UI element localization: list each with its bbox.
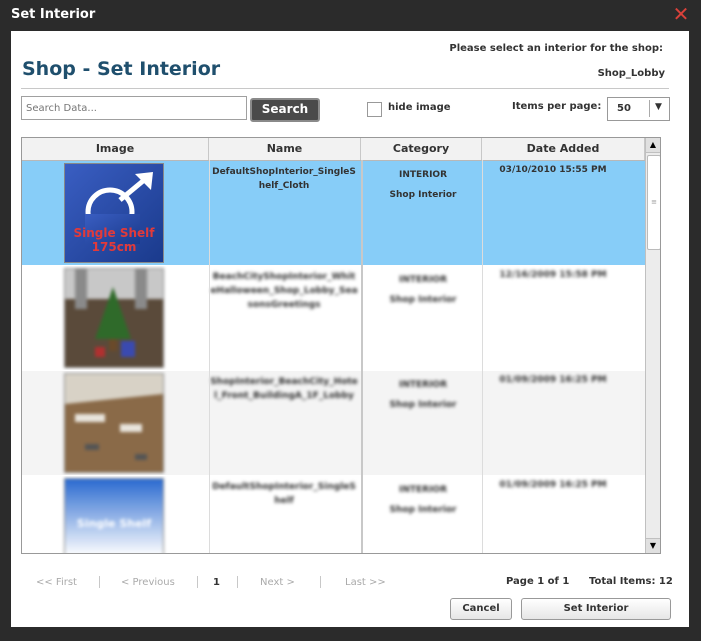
column-divider	[482, 160, 483, 553]
total-items: Total Items: 12	[589, 576, 673, 587]
scroll-up-icon[interactable]: ▲	[646, 138, 660, 153]
pager-divider	[99, 576, 100, 588]
hide-image-checkbox[interactable]	[367, 102, 382, 117]
grid-header: Image Name Category Date Added	[22, 138, 660, 161]
row-name: DefaultShopInterior_SingleShelf_Cloth	[212, 167, 356, 191]
column-header-name[interactable]: Name	[209, 138, 361, 160]
pager-last[interactable]: Last >>	[345, 577, 386, 588]
row-category: INTERIOR Shop Interior	[364, 165, 482, 205]
row-name: BeachCityShopInterior_WhiteHalloween_Sho…	[210, 272, 358, 310]
select-prompt: Please select an interior for the shop:	[449, 43, 663, 54]
items-per-page-select[interactable]: 50 ▼	[607, 97, 670, 121]
interior-grid: Image Name Category Date Added Single Sh…	[21, 137, 661, 554]
row-category: INTERIOR Shop Interior	[364, 480, 482, 520]
row-category-type: INTERIOR	[398, 275, 448, 285]
scrollbar-thumb[interactable]: ≡	[647, 155, 660, 250]
cancel-button[interactable]: Cancel	[450, 598, 512, 620]
interior-thumbnail	[64, 268, 164, 368]
column-header-image[interactable]: Image	[22, 138, 209, 160]
search-button[interactable]: Search	[250, 98, 320, 122]
row-category-type: INTERIOR	[398, 485, 448, 495]
items-per-page-value: 50	[617, 103, 631, 114]
pager-divider	[320, 576, 321, 588]
row-date: 01/09/2009 16:25 PM	[499, 480, 607, 490]
row-category-sub: Shop Interior	[389, 190, 457, 200]
grid-scrollbar[interactable]: ▲ ≡ ▼	[645, 138, 660, 553]
table-row[interactable]: Single Shelf DefaultShopInterior_SingleS…	[22, 476, 645, 553]
row-category: INTERIOR Shop Interior	[364, 270, 482, 310]
thumbnail-caption: Single Shelf 175cm	[73, 226, 155, 254]
window-title: Set Interior	[11, 7, 96, 22]
page-title: Shop - Set Interior	[22, 58, 221, 80]
row-category-type: INTERIOR	[398, 170, 448, 180]
search-input[interactable]	[21, 96, 247, 120]
pager-previous[interactable]: < Previous	[121, 577, 175, 588]
table-row[interactable]: ShopInterior_BeachCity_Hotel_Front_Build…	[22, 371, 645, 475]
set-interior-button[interactable]: Set Interior	[521, 598, 671, 620]
dialog-content: Shop - Set Interior Please select an int…	[11, 31, 689, 627]
close-icon[interactable]: ✕	[671, 4, 691, 24]
row-category-sub: Shop Interior	[389, 400, 457, 410]
row-category-type: INTERIOR	[398, 380, 448, 390]
pager-divider	[237, 576, 238, 588]
row-name: ShopInterior_BeachCity_Hotel_Front_Build…	[210, 377, 358, 401]
row-category-sub: Shop Interior	[389, 295, 457, 305]
row-category-sub: Shop Interior	[389, 505, 457, 515]
set-interior-dialog: Set Interior ✕ Shop - Set Interior Pleas…	[0, 0, 701, 641]
thumbnail-caption: Single Shelf	[76, 517, 152, 530]
select-divider	[649, 100, 650, 117]
column-divider[interactable]	[361, 160, 363, 553]
row-category: INTERIOR Shop Interior	[364, 375, 482, 415]
row-date: 12/16/2009 15:58 PM	[499, 270, 607, 280]
row-date: 01/09/2009 16:25 PM	[499, 375, 607, 385]
table-row[interactable]: BeachCityShopInterior_WhiteHalloween_Sho…	[22, 266, 645, 370]
pager-current-page: 1	[213, 577, 220, 588]
title-bar: Set Interior ✕	[0, 0, 701, 30]
divider	[21, 88, 669, 89]
row-name: DefaultShopInterior_SingleShelf	[212, 482, 356, 506]
column-divider	[209, 160, 210, 553]
interior-thumbnail	[64, 373, 164, 473]
column-header-date-added[interactable]: Date Added	[482, 138, 645, 160]
shop-name: Shop_Lobby	[597, 68, 665, 79]
table-row[interactable]: Single Shelf 175cm DefaultShopInterior_S…	[22, 161, 645, 265]
column-header-category[interactable]: Category	[361, 138, 482, 160]
page-info: Page 1 of 1	[506, 576, 570, 587]
pager-first[interactable]: << First	[36, 577, 77, 588]
items-per-page-label: Items per page:	[512, 101, 602, 112]
pager-divider	[197, 576, 198, 588]
interior-thumbnail: Single Shelf	[64, 478, 164, 553]
pager-next[interactable]: Next >	[260, 577, 295, 588]
chevron-down-icon: ▼	[655, 102, 662, 112]
hide-image-label: hide image	[388, 102, 451, 113]
interior-thumbnail: Single Shelf 175cm	[64, 163, 164, 263]
row-date: 03/10/2010 15:55 PM	[499, 165, 607, 175]
scroll-down-icon[interactable]: ▼	[646, 538, 660, 553]
